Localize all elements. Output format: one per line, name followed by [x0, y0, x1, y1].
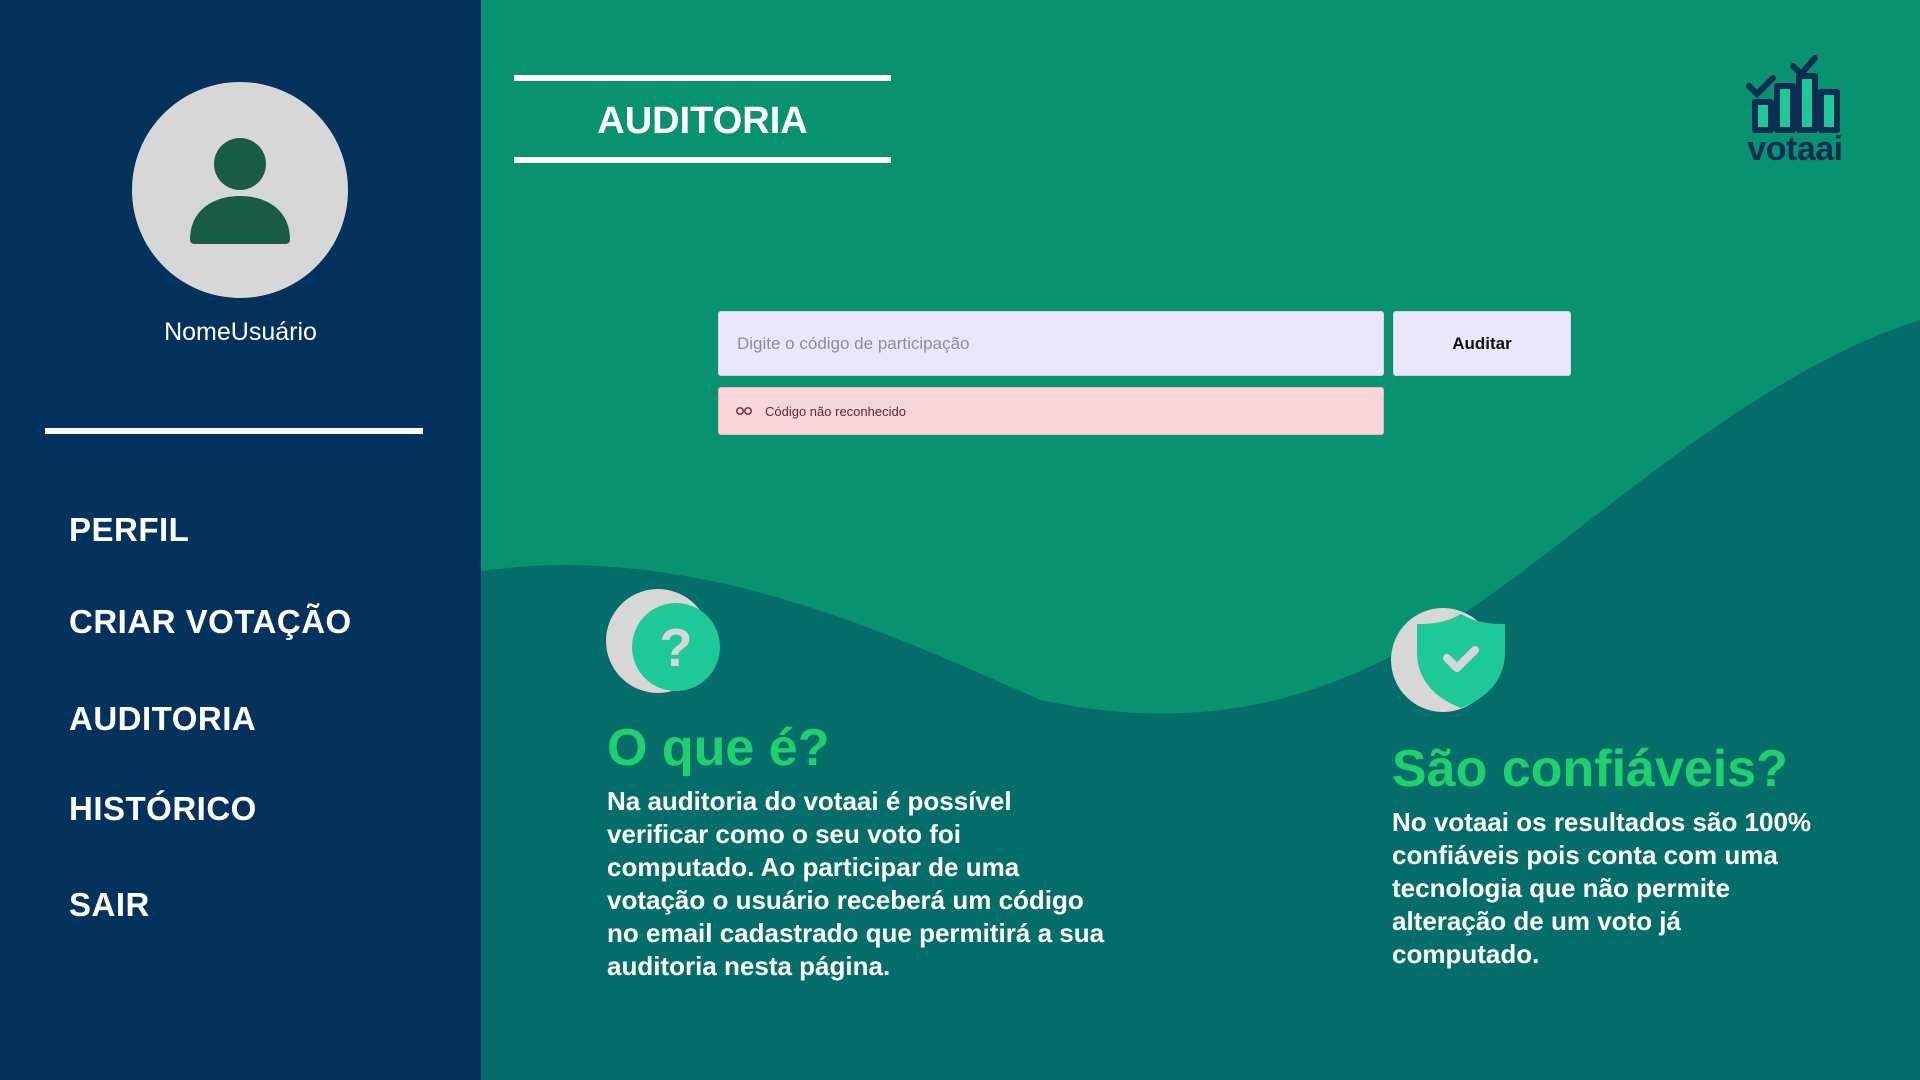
- nav-item-perfil[interactable]: PERFIL: [69, 511, 189, 549]
- participation-code-input[interactable]: [718, 311, 1384, 376]
- error-message: Código não reconhecido: [765, 403, 906, 419]
- nav-item-sair[interactable]: SAIR: [69, 886, 150, 924]
- question-icon: ?: [606, 589, 720, 693]
- svg-text:?: ?: [660, 618, 693, 678]
- error-message-box: Código não reconhecido: [718, 387, 1384, 435]
- title-top-line: [514, 75, 891, 81]
- nav-item-historico[interactable]: HISTÓRICO: [69, 790, 257, 828]
- nav-item-auditoria[interactable]: AUDITORIA: [69, 700, 256, 738]
- user-icon: [190, 138, 290, 244]
- reliable-text: No votaai os resultados são 100% confiáv…: [1392, 807, 1812, 969]
- error-icon: [736, 407, 752, 415]
- sidebar: NomeUsuário PERFIL CRIAR VOTAÇÃO AUDITOR…: [0, 0, 481, 1080]
- title-bottom-line: [514, 157, 891, 163]
- sidebar-divider: [45, 428, 423, 434]
- reliable-heading: São confiáveis?: [1392, 740, 1788, 798]
- page-title: AUDITORIA: [597, 100, 808, 142]
- nav-item-criar-votacao[interactable]: CRIAR VOTAÇÃO: [69, 603, 352, 641]
- username: NomeUsuário: [164, 318, 317, 346]
- what-is-heading: O que é?: [607, 719, 830, 777]
- avatar[interactable]: [132, 82, 348, 298]
- shield-check-icon: [1391, 608, 1505, 712]
- what-is-text: Na auditoria do votaai é possível verifi…: [607, 786, 1105, 981]
- logo-text: votaai: [1747, 130, 1843, 168]
- audit-button[interactable]: Auditar: [1393, 311, 1571, 376]
